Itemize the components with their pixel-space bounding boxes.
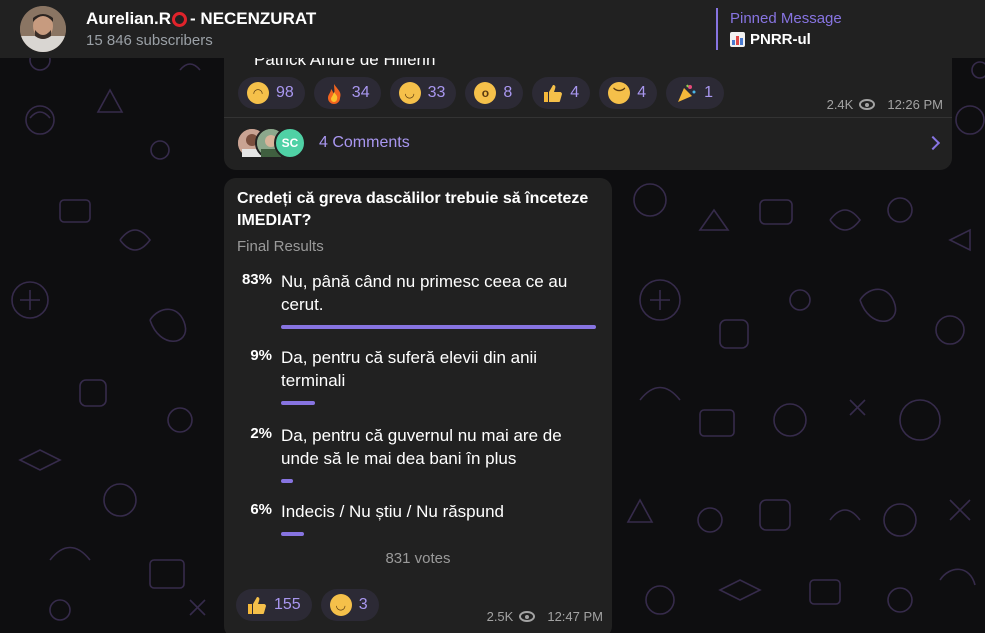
channel-title[interactable]: Aurelian.R - NECENZURAT: [86, 9, 316, 29]
option-percent: 2%: [250, 425, 272, 442]
option-percent: 9%: [250, 347, 272, 364]
divider: [224, 117, 952, 118]
option-result-bar: [281, 401, 315, 405]
pinned-message-text: PNRR-ul: [750, 31, 811, 48]
reaction-scream[interactable]: o 8: [465, 77, 524, 109]
reaction-party[interactable]: 1: [666, 77, 725, 109]
channel-post: Patrick Andre de Hillerin ◠ 98 34 ◡ 33 o…: [224, 40, 952, 170]
option-percent: 83%: [241, 271, 272, 288]
reaction-count: 3: [358, 596, 368, 613]
grinning-face-icon: ◡: [398, 82, 421, 104]
channel-name-suffix: - NECENZURAT: [190, 9, 317, 28]
poll-status: Final Results: [237, 238, 324, 255]
reaction-cowboy[interactable]: ◠ 98: [238, 77, 305, 109]
reaction-fire[interactable]: 34: [313, 77, 381, 109]
thumbs-up-icon: [541, 82, 563, 104]
pinned-message-title: Pinned Message: [730, 10, 842, 27]
post-time: 12:47 PM: [547, 609, 603, 624]
post-meta: 2.4K 12:26 PM: [827, 97, 943, 112]
chevron-right-icon[interactable]: [925, 135, 941, 151]
red-circle-icon: [172, 11, 188, 27]
fire-icon: [323, 82, 345, 104]
option-result-bar: [281, 532, 304, 536]
reaction-count: 33: [427, 84, 446, 101]
reaction-grin[interactable]: ◡ 3: [320, 589, 379, 621]
channel-avatar[interactable]: [20, 6, 66, 52]
reaction-crying[interactable]: ︶ 4: [599, 77, 658, 109]
option-result-bar: [281, 479, 293, 483]
reaction-count: 34: [351, 84, 370, 101]
view-count: 2.4K: [826, 97, 854, 112]
reaction-grin[interactable]: ◡ 33: [389, 77, 457, 109]
reaction-count: 98: [276, 84, 294, 101]
eye-icon: [519, 611, 536, 622]
grinning-face-icon: ◡: [329, 594, 352, 616]
bar-chart-icon: [730, 32, 745, 47]
reaction-count: 4: [570, 84, 580, 101]
eye-icon: [859, 99, 876, 110]
telegram-window: Aurelian.R - NECENZURAT 15 846 subscribe…: [0, 0, 985, 633]
subscriber-count: 15 846 subscribers: [86, 32, 213, 49]
option-text: Indecis / Nu știu / Nu răspund: [281, 502, 505, 521]
reaction-count: 8: [503, 84, 513, 101]
option-percent: 6%: [250, 501, 272, 518]
poll-meta: 2.5K 12:47 PM: [487, 609, 603, 624]
option-text: Nu, până când nu primesc ceea ce au ceru…: [281, 272, 568, 314]
reaction-count: 155: [274, 596, 301, 613]
pinned-message-preview: PNRR-ul: [730, 31, 842, 48]
party-popper-icon: [675, 82, 697, 104]
comments-button[interactable]: SC 4 Comments: [236, 127, 410, 159]
thumbs-up-icon: [245, 594, 267, 616]
cowboy-face-icon: ◠: [247, 82, 269, 104]
reaction-count: 1: [704, 84, 714, 101]
reaction-thumbs-up[interactable]: 4: [532, 77, 591, 109]
post-reactions: ◠ 98 34 ◡ 33 o 8 4 ︶ 4 1: [238, 77, 725, 109]
post-time: 12:26 PM: [887, 97, 943, 112]
person-avatar-image: [20, 6, 66, 52]
reaction-thumbs-up[interactable]: 155: [236, 589, 312, 621]
comments-count-label: 4 Comments: [319, 134, 410, 151]
reaction-count: 4: [637, 84, 647, 101]
option-text: Da, pentru că guvernul nu mai are de und…: [281, 426, 562, 468]
channel-name: Aurelian.R: [86, 9, 172, 28]
vote-count: 831 votes: [385, 550, 451, 567]
chat-header: Aurelian.R - NECENZURAT 15 846 subscribe…: [0, 0, 985, 58]
option-result-bar: [281, 325, 596, 329]
screaming-face-icon: o: [474, 82, 497, 104]
poll-reactions: 155 ◡ 3: [236, 589, 379, 621]
commenter-avatar-initials: SC: [274, 127, 306, 159]
crying-face-icon: ︶: [608, 82, 631, 104]
option-text: Da, pentru că suferă elevii din anii ter…: [281, 348, 538, 390]
pinned-message-bar[interactable]: Pinned Message PNRR-ul: [716, 8, 842, 50]
poll-question: Credeți că greva dascălilor trebuie să î…: [237, 190, 589, 229]
view-count: 2.5K: [486, 609, 514, 624]
poll-post: Credeți că greva dascălilor trebuie să î…: [224, 178, 612, 633]
